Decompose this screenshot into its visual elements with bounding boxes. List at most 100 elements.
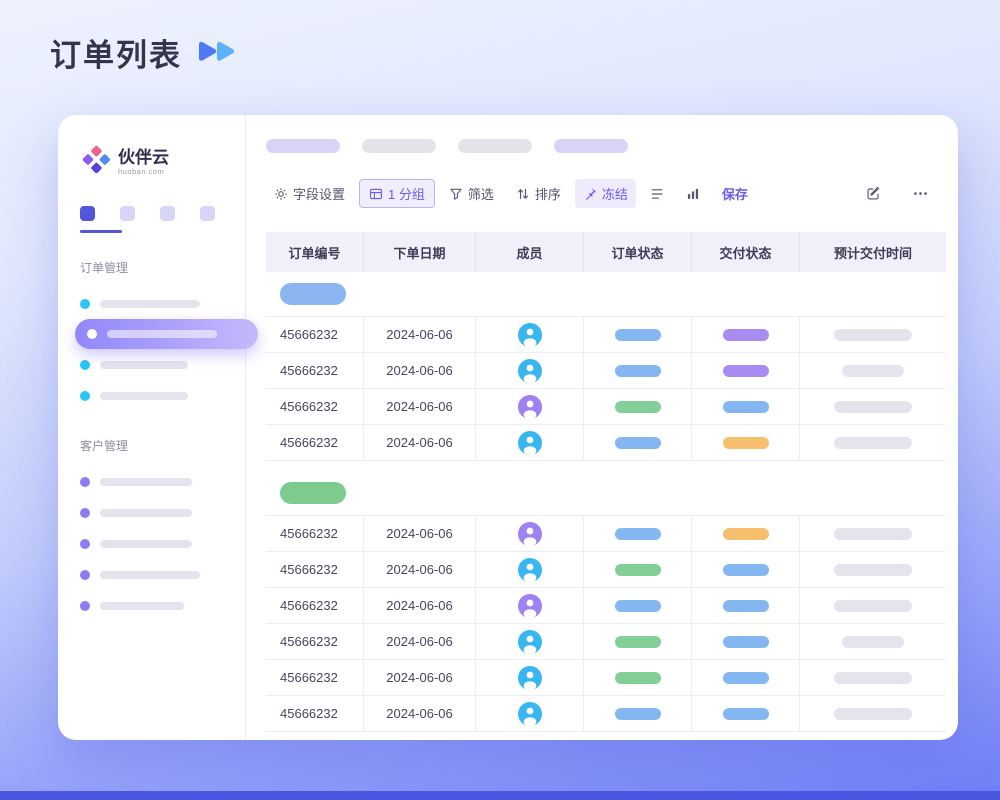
eta-skeleton-pill [834, 600, 912, 612]
cell-order-no: 45666232 [266, 696, 364, 731]
member-avatar-icon [518, 395, 542, 419]
column-header-3[interactable]: 成员 [476, 232, 584, 272]
filter-button[interactable]: 筛选 [441, 179, 502, 208]
eta-skeleton-pill [834, 708, 912, 720]
double-play-icon [196, 40, 240, 66]
sort-button[interactable]: 排序 [508, 179, 569, 208]
sidebar-item[interactable] [80, 288, 223, 319]
group-label: 1 分组 [388, 184, 425, 203]
member-avatar-icon [518, 666, 542, 690]
item-skeleton-bar [100, 478, 192, 486]
delivery-status-pill [723, 600, 769, 612]
sidebar-item[interactable] [80, 349, 223, 380]
sidebar-section-label: 订单管理 [80, 259, 223, 276]
cell-member [476, 353, 584, 388]
toolbar-left: 字段设置 1 分组 筛选排序冻结 保存 [266, 179, 858, 208]
cell-order-no: 45666232 [266, 353, 364, 388]
sidebar-item[interactable] [80, 559, 223, 590]
table-row[interactable]: 456662322024-06-06 [266, 317, 946, 353]
delivery-status-pill [723, 365, 769, 377]
delivery-status-pill [723, 528, 769, 540]
group-title-pill [280, 482, 346, 504]
cell-order-date: 2024-06-06 [364, 516, 476, 551]
cell-order-status [584, 624, 692, 659]
more-icon [913, 186, 928, 201]
item-dot [80, 391, 90, 401]
sidebar-item[interactable] [80, 528, 223, 559]
sidebar-item[interactable] [75, 319, 258, 349]
sidebar-tab-4[interactable] [200, 206, 215, 221]
table-row[interactable]: 456662322024-06-06 [266, 425, 946, 461]
save-button[interactable]: 保存 [714, 179, 756, 208]
cell-order-date: 2024-06-06 [364, 588, 476, 623]
field-settings-button[interactable]: 字段设置 [266, 179, 353, 208]
bottom-strip [0, 791, 1000, 800]
sidebar-tab-2[interactable] [120, 206, 135, 221]
group-button[interactable]: 1 分组 [359, 179, 435, 208]
sidebar-item[interactable] [80, 590, 223, 621]
cell-eta [800, 425, 946, 460]
freeze-button[interactable]: 冻结 [575, 179, 636, 208]
cell-order-status [584, 317, 692, 352]
cell-order-no: 45666232 [266, 516, 364, 551]
sidebar-section: 客户管理 [80, 437, 223, 621]
cell-eta [800, 516, 946, 551]
column-header-2[interactable]: 下单日期 [364, 232, 476, 272]
table-row[interactable]: 456662322024-06-06 [266, 552, 946, 588]
more-button[interactable] [905, 181, 936, 206]
table-row[interactable]: 456662322024-06-06 [266, 588, 946, 624]
column-header-5[interactable]: 交付状态 [692, 232, 800, 272]
order-status-pill [615, 672, 661, 684]
order-status-pill [615, 636, 661, 648]
table-row[interactable]: 456662322024-06-06 [266, 624, 946, 660]
column-header-1[interactable]: 订单编号 [266, 232, 364, 272]
table-body: 456662322024-06-06456662322024-06-064566… [266, 272, 946, 732]
member-avatar-icon [518, 558, 542, 582]
cell-order-status [584, 696, 692, 731]
cell-order-no: 45666232 [266, 317, 364, 352]
cell-eta [800, 552, 946, 587]
cell-member [476, 552, 584, 587]
gear-icon [274, 187, 288, 201]
cell-member [476, 317, 584, 352]
table-row[interactable]: 456662322024-06-06 [266, 696, 946, 732]
sidebar-tab-1[interactable] [80, 206, 95, 221]
sidebar-item[interactable] [80, 466, 223, 497]
sidebar-item[interactable] [80, 497, 223, 528]
item-skeleton-bar [100, 392, 188, 400]
skeleton-pill [362, 139, 436, 153]
eta-skeleton-pill [834, 528, 912, 540]
table-row[interactable]: 456662322024-06-06 [266, 353, 946, 389]
group-gap [266, 461, 946, 471]
table-row[interactable]: 456662322024-06-06 [266, 660, 946, 696]
cell-order-date: 2024-06-06 [364, 552, 476, 587]
table-row[interactable]: 456662322024-06-06 [266, 389, 946, 425]
sidebar-item[interactable] [80, 380, 223, 411]
cell-delivery-status [692, 317, 800, 352]
filter-label: 筛选 [468, 184, 494, 203]
cell-eta [800, 317, 946, 352]
item-skeleton-bar [100, 571, 200, 579]
chart-button[interactable] [678, 182, 708, 206]
column-header-4[interactable]: 订单状态 [584, 232, 692, 272]
column-header-6[interactable]: 预计交付时间 [800, 232, 946, 272]
cell-order-status [584, 588, 692, 623]
cell-order-status [584, 516, 692, 551]
order-status-pill [615, 708, 661, 720]
table-row[interactable]: 456662322024-06-06 [266, 516, 946, 552]
sidebar-tab-3[interactable] [160, 206, 175, 221]
group-header-row[interactable] [266, 272, 946, 317]
member-avatar-icon [518, 630, 542, 654]
edit-button[interactable] [858, 181, 889, 206]
group-header-row[interactable] [266, 471, 946, 516]
sort-icon [516, 187, 530, 201]
cell-member [476, 588, 584, 623]
item-dot [80, 360, 90, 370]
row-height-button[interactable] [642, 182, 672, 206]
logo: 伙伴云 huoban.com [80, 145, 223, 180]
cell-eta [800, 389, 946, 424]
eta-skeleton-pill [834, 564, 912, 576]
item-dot [80, 601, 90, 611]
delivery-status-pill [723, 708, 769, 720]
order-status-pill [615, 600, 661, 612]
